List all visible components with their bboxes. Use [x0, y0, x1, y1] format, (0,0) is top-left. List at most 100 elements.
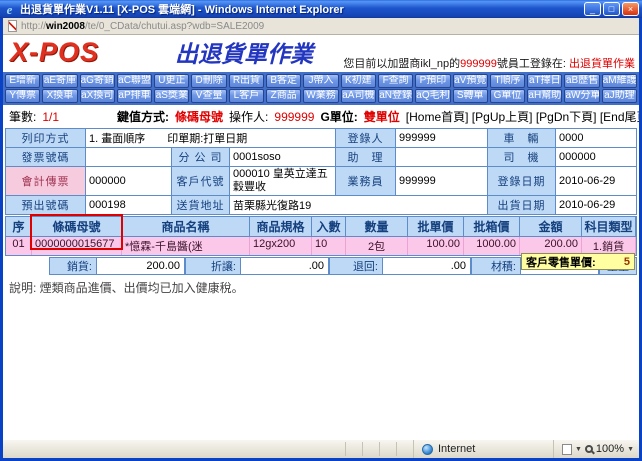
menu-row-1: E增新aE寄庫aG寄銷aC聯盟U更正D刪除R出貨B客定J帶入K初建F查詢P預印a… — [5, 74, 637, 88]
menu-button[interactable]: aX換司 — [80, 89, 115, 103]
key-mode-label: 鍵值方式: — [117, 108, 169, 125]
delivery-address-field[interactable]: 苗栗縣光復路19 — [230, 196, 488, 215]
retail-price-tooltip: 客戶零售單價: 5 — [521, 253, 635, 270]
menu-button[interactable]: aQ毛利 — [415, 89, 450, 103]
zoom-control[interactable]: ▼ 100% ▼ — [553, 440, 639, 458]
ship-date-field[interactable]: 2010-06-29 — [556, 196, 637, 215]
menu-button[interactable]: D刪除 — [191, 74, 226, 88]
employee-id: 999999 — [460, 58, 497, 70]
menu-button[interactable]: Z商品 — [266, 89, 301, 103]
record-count-value: 1/1 — [42, 110, 59, 124]
preout-no-field[interactable]: 000198 — [86, 196, 172, 215]
menu-button[interactable]: aG寄銷 — [80, 74, 115, 88]
status-divider — [379, 442, 396, 456]
login-status-prefix: 您目前以加盟商 — [343, 58, 420, 70]
url-text[interactable]: http://win2008/te/0_CData/chutui.asp?wdb… — [21, 21, 264, 32]
return-label: 退回: — [329, 257, 383, 275]
menu-button[interactable]: S轉單 — [453, 89, 488, 103]
xpos-logo: X-POS — [10, 37, 99, 68]
caret-down-icon[interactable]: ▼ — [575, 446, 582, 453]
menu-button[interactable]: aV預覽 — [453, 74, 488, 88]
print-mode-field[interactable]: 1. 畫面順序 印單期:打單日期 — [86, 129, 336, 148]
order-form: 列印方式 1. 畫面順序 印單期:打單日期 登錄人 999999 車 輛 000… — [5, 128, 637, 215]
sales-total-label: 銷貨: — [49, 257, 97, 275]
menu-button[interactable]: aC聯盟 — [117, 74, 152, 88]
salesperson-field[interactable]: 999999 — [396, 167, 488, 196]
menu-button[interactable]: T順序 — [490, 74, 525, 88]
menu-button[interactable]: aA司機 — [341, 89, 376, 103]
column-header: 數量 — [346, 217, 408, 236]
return-field[interactable]: .00 — [383, 257, 471, 275]
salesperson-label: 業務員 — [336, 167, 396, 196]
item-cell: 100.00 — [408, 237, 464, 255]
menu-button[interactable]: G單位 — [490, 89, 525, 103]
invoice-no-label: 發票號碼 — [6, 148, 86, 167]
driver-field[interactable]: 000000 — [556, 148, 637, 167]
address-bar[interactable]: http://win2008/te/0_CData/chutui.asp?wdb… — [3, 18, 639, 35]
branch-field[interactable]: 0001soso — [230, 148, 336, 167]
menu-button[interactable]: E增新 — [5, 74, 40, 88]
branch-label: 分 公 司 — [172, 148, 230, 167]
column-header: 條碼母號 — [32, 217, 122, 236]
close-button[interactable]: × — [622, 2, 639, 16]
menu-row-2: Y傳票X換車aX換司aP排車aS獎業V查量L客戶Z商品W業務aA司機aN登錄aQ… — [5, 89, 637, 103]
current-module: 出退貨單作業 — [569, 58, 635, 70]
sales-total-field[interactable]: 200.00 — [97, 257, 185, 275]
menu-button[interactable]: Y傳票 — [5, 89, 40, 103]
menu-button[interactable]: aE寄庫 — [42, 74, 77, 88]
menu-button[interactable]: F查詢 — [378, 74, 413, 88]
menu-button[interactable]: aJ助理 — [602, 89, 637, 103]
status-divider — [396, 442, 413, 456]
status-message-area — [3, 440, 345, 458]
accounting-voucher-label: 會計傳票 — [6, 167, 86, 196]
zoom-level: 100% — [596, 443, 624, 455]
customer-code-field[interactable]: 000010 皇英立達五穀豐收 — [230, 167, 336, 196]
login-status-suffix: 號員工登錄在: — [497, 58, 569, 70]
menu-button[interactable]: W業務 — [303, 89, 338, 103]
menu-button[interactable]: aH幫助 — [527, 89, 562, 103]
menu-button[interactable]: J帶入 — [303, 74, 338, 88]
menu-button[interactable]: L客戶 — [229, 89, 264, 103]
magnifier-icon — [585, 445, 593, 453]
menu-button[interactable]: R出貨 — [229, 74, 264, 88]
item-cell: 12gx200 — [250, 237, 312, 255]
item-cell: 10 — [312, 237, 346, 255]
item-table-header: 序條碼母號商品名稱商品規格入數數量批單價批箱價金額科目類型 — [5, 216, 637, 237]
menu-button[interactable]: aP排車 — [117, 89, 152, 103]
internet-globe-icon — [422, 444, 433, 455]
menu-button[interactable]: K初建 — [341, 74, 376, 88]
column-header: 批箱價 — [464, 217, 520, 236]
menu-button[interactable]: aM維護 — [602, 74, 637, 88]
vehicle-field[interactable]: 0000 — [556, 129, 637, 148]
operator-label: 操作人: — [229, 108, 268, 125]
maximize-button[interactable]: □ — [603, 2, 620, 16]
menu-button[interactable]: X換車 — [42, 89, 77, 103]
vehicle-label: 車 輛 — [488, 129, 556, 148]
column-header: 金額 — [520, 217, 582, 236]
login-user-field[interactable]: 999999 — [396, 129, 488, 148]
menu-button[interactable]: P預印 — [415, 74, 450, 88]
merchant-id: ikl_np — [420, 58, 449, 70]
assistant-label: 助 理 — [336, 148, 396, 167]
menu-button[interactable]: V查量 — [191, 89, 226, 103]
item-cell: *憶霖-千島醬(迷 — [122, 237, 250, 255]
menu-button[interactable]: aT擇日 — [527, 74, 562, 88]
menu-button[interactable]: aB歷售 — [564, 74, 599, 88]
menu-button[interactable]: aN登錄 — [378, 89, 413, 103]
menu-button[interactable]: B客定 — [266, 74, 301, 88]
menu-button[interactable]: aS獎業 — [154, 89, 189, 103]
assistant-field[interactable] — [396, 148, 488, 167]
minimize-button[interactable]: _ — [584, 2, 601, 16]
menu-button[interactable]: U更正 — [154, 74, 189, 88]
zone-label: Internet — [438, 443, 475, 455]
register-date-field[interactable]: 2010-06-29 — [556, 167, 637, 196]
status-bar: Internet ▼ 100% ▼ — [3, 439, 639, 458]
invoice-no-field[interactable] — [86, 148, 172, 167]
column-header: 批單價 — [408, 217, 464, 236]
accounting-voucher-field[interactable]: 000000 — [86, 167, 172, 196]
retail-price-value: 5 — [624, 256, 630, 268]
print-mode-label: 列印方式 — [6, 129, 86, 148]
menu-button[interactable]: aW分單 — [564, 89, 599, 103]
caret-down-icon[interactable]: ▼ — [627, 446, 634, 453]
discount-field[interactable]: .00 — [241, 257, 329, 275]
